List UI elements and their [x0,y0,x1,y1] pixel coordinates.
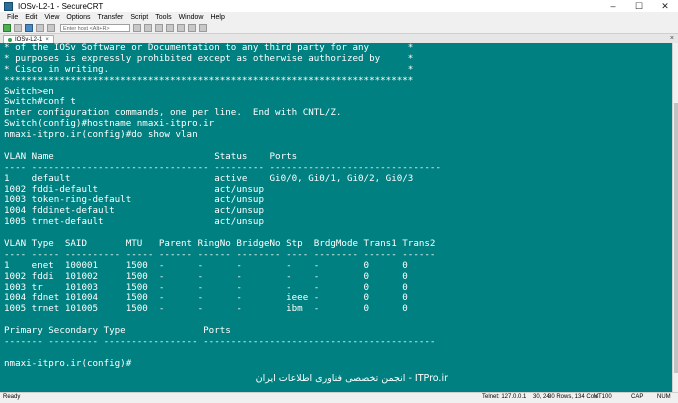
window-title: IOSv-L2-1 - SecureCRT [18,1,104,11]
disconnect-icon[interactable] [47,23,55,32]
copy-icon[interactable] [133,23,141,32]
status-caps: CAP [631,394,644,400]
find-icon[interactable] [155,23,163,32]
maximize-button[interactable]: ☐ [626,0,652,12]
terminal-line: Switch>en [4,85,54,97]
session-tab-bar: IOSv-L2-1 × × [0,34,678,43]
host-input[interactable]: Enter host <Alt+R> [60,23,130,32]
menu-view[interactable]: View [44,14,59,21]
menu-file[interactable]: File [7,14,18,21]
scrollbar-thumb[interactable] [674,103,678,373]
terminal-line: 1 default active Gi0/0, Gi0/1, Gi0/2, Gi… [4,172,414,184]
connect-in-tab-icon[interactable] [25,23,33,32]
print-icon[interactable] [166,23,174,32]
menu-tools[interactable]: Tools [155,14,171,21]
securecrt-app-icon [4,1,13,11]
menu-window[interactable]: Window [179,14,204,21]
status-terminal-type: VT100 [594,394,612,400]
menu-transfer[interactable]: Transfer [98,14,124,21]
menu-bar: File Edit View Options Transfer Script T… [0,12,678,22]
settings-icon[interactable] [177,23,185,32]
terminal-line: ------- --------- ----------------- ----… [4,336,436,348]
status-ready: Ready [3,394,21,400]
terminal-line: 1005 trnet-default act/unsup [4,216,264,228]
menu-script[interactable]: Script [130,14,148,21]
close-button[interactable]: ✕ [652,0,678,12]
terminal-output[interactable]: * of the IOSv Software or Documentation … [0,43,672,392]
terminal-line: 1002 fddi 101002 1500 - - - - - 0 0 [4,270,408,282]
menu-help[interactable]: Help [210,14,224,21]
terminal-line: nmaxi-itpro.ir(config)#do show vlan [4,129,198,141]
tab-bar-close-icon[interactable]: × [670,34,674,43]
terminal-scrollbar[interactable] [672,43,678,392]
minimize-button[interactable]: – [600,0,626,12]
session-tab[interactable]: IOSv-L2-1 × [3,35,54,43]
terminal-line: ****************************************… [4,74,414,86]
status-num: NUM [657,394,671,400]
status-rows-cols: 30 Rows, 134 Cols [548,394,599,400]
terminal-line: nmaxi-itpro.ir(config)# [4,357,132,369]
toolbar: Enter host <Alt+R> [0,22,678,34]
connect-icon[interactable] [3,23,11,32]
quick-connect-icon[interactable] [14,23,22,32]
help-icon[interactable] [199,23,207,32]
terminal-line: 1005 trnet 101005 1500 - - - ibm - 0 0 [4,303,408,315]
reconnect-icon[interactable] [36,23,44,32]
key-icon[interactable] [188,23,196,32]
status-connection: Telnet: 127.0.0.1 [482,394,527,400]
watermark-text: ITPro.ir - انجمن تخصصی فناوری اطلاعات ای… [255,373,448,384]
title-bar: IOSv-L2-1 - SecureCRT – ☐ ✕ [0,0,678,12]
menu-options[interactable]: Options [66,14,90,21]
menu-edit[interactable]: Edit [25,14,37,21]
paste-icon[interactable] [144,23,152,32]
status-bar: Ready Telnet: 127.0.0.1 30, 24 30 Rows, … [0,392,678,403]
connected-status-icon [8,37,12,42]
